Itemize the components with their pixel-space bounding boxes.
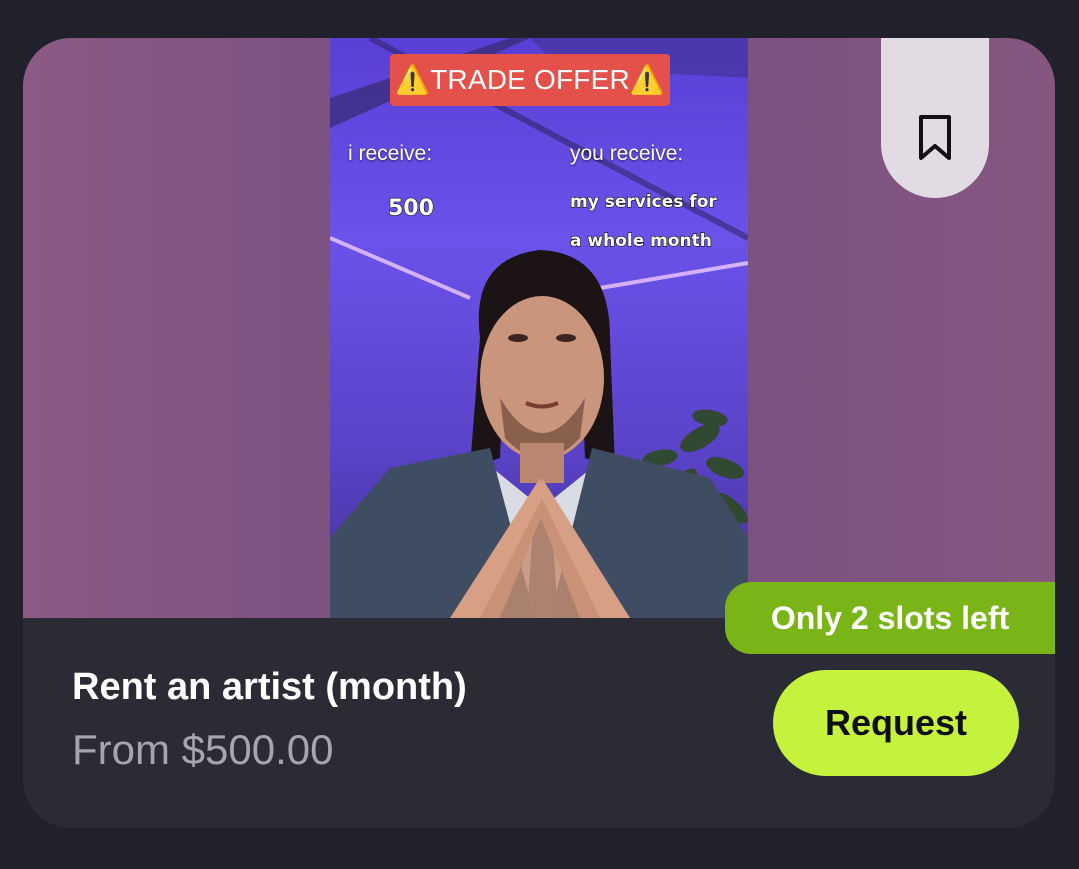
video-scene [330,38,748,618]
caption-500: 500 [387,195,434,221]
request-button[interactable]: Request [773,670,1019,776]
listing-title: Rent an artist (month) [72,666,467,708]
slots-left-badge: Only 2 slots left [725,582,1055,654]
caption-i-receive: i receive: [348,142,433,165]
listing-card[interactable]: ⚠️TRADE OFFER⚠️ i receive: 500 you recei… [23,38,1055,828]
bookmark-button[interactable] [881,38,989,198]
trade-offer-banner: ⚠️TRADE OFFER⚠️ [390,54,670,106]
bookmark-icon [919,115,951,160]
caption-you-receive: you receive: [570,142,684,165]
caption-services-line1: my services for [569,191,717,212]
caption-services-line2: a whole month [569,230,712,251]
listing-price: From $500.00 [72,726,334,773]
video-thumbnail[interactable]: ⚠️TRADE OFFER⚠️ i receive: 500 you recei… [330,38,748,618]
